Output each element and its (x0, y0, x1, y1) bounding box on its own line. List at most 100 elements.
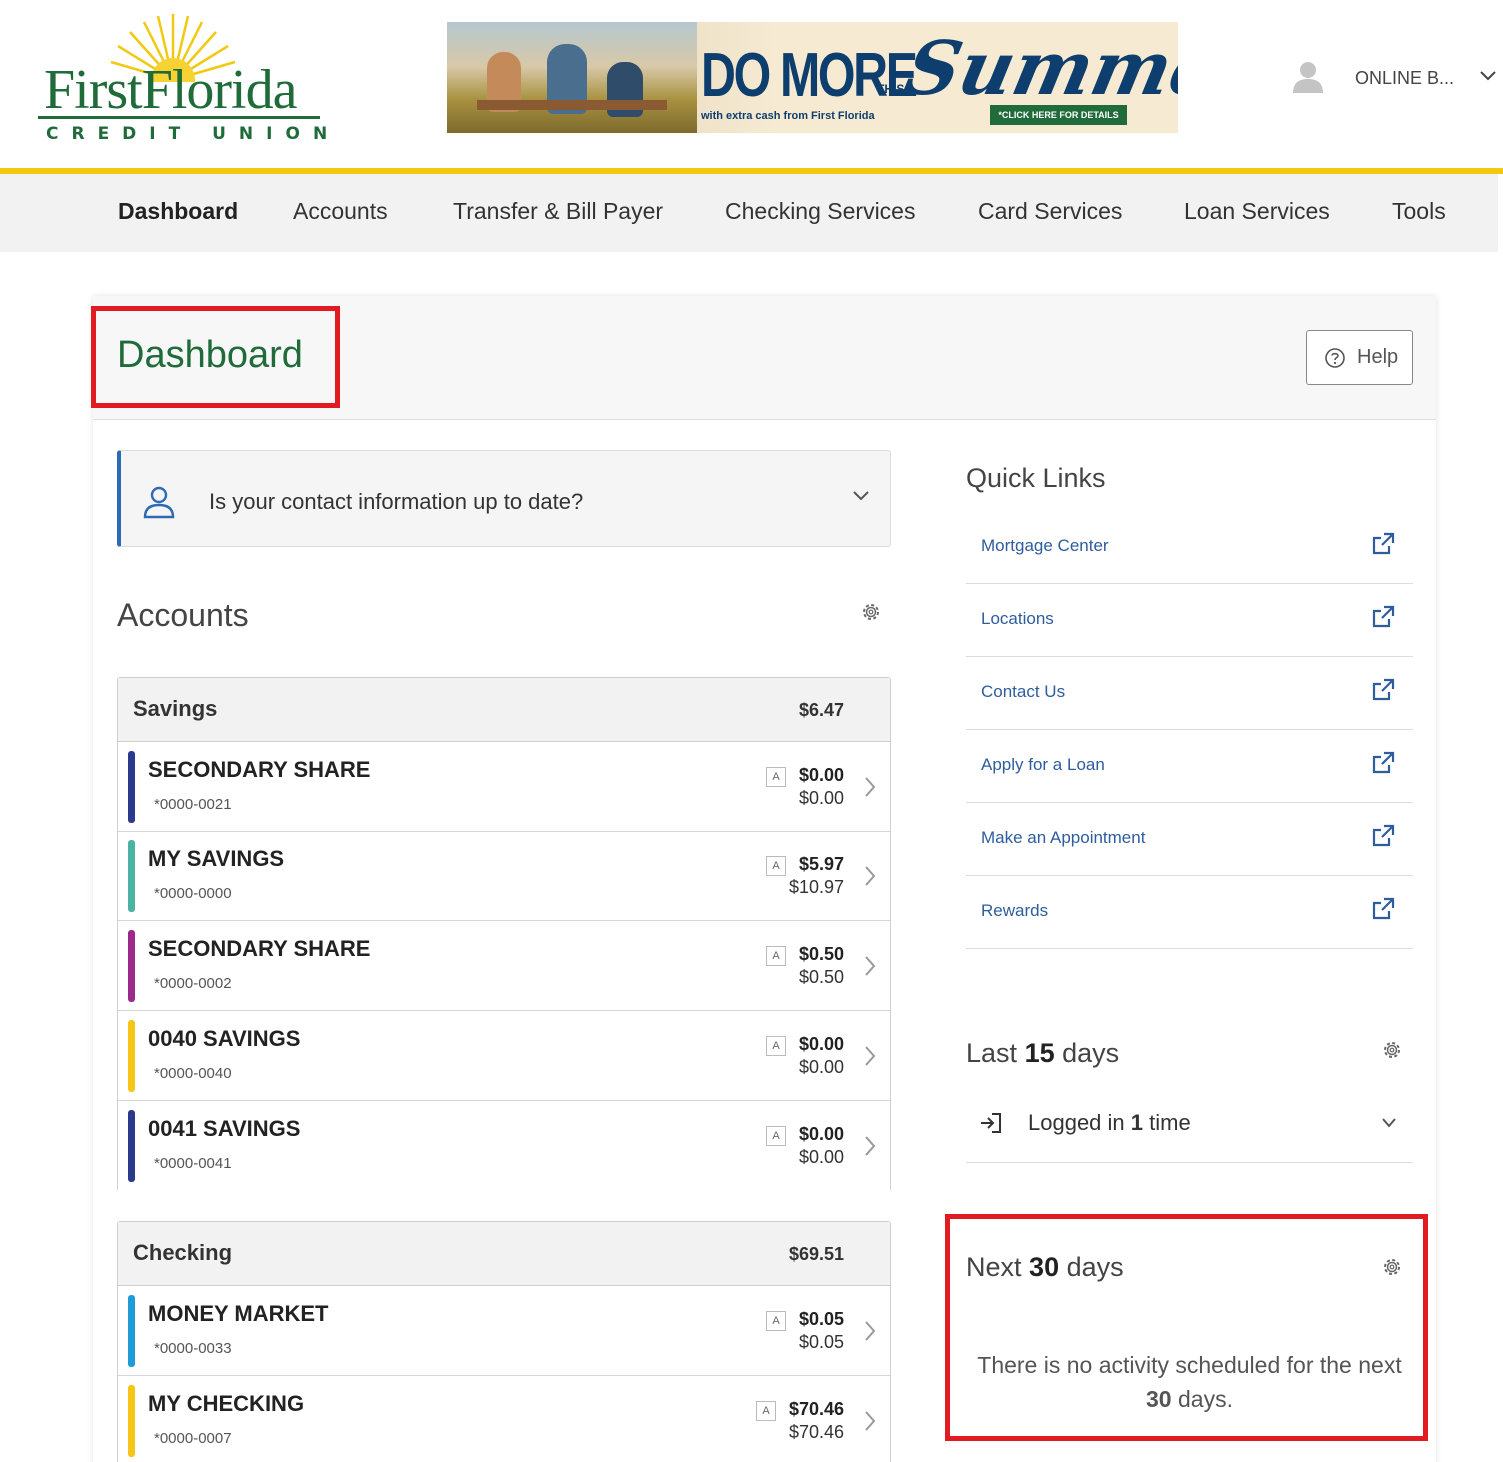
help-label: Help (1357, 346, 1399, 368)
page-title: Dashboard (117, 334, 303, 376)
account-color-bar (128, 1295, 135, 1367)
available-badge: A (766, 767, 786, 787)
available-balance: $0.00 (798, 1034, 844, 1054)
login-count-text: Logged in 1 time (1028, 1110, 1191, 1136)
account-row[interactable]: SECONDARY SHARE *0000-0002 A $0.50 $0.50 (118, 922, 890, 1011)
site-header: FirstFlorida CREDIT UNION DO MORE THIS S… (0, 0, 1503, 168)
account-color-bar (128, 751, 135, 823)
group-total: $69.51 (788, 1244, 844, 1264)
nav-tools[interactable]: Tools (1392, 198, 1446, 225)
account-number: *0000-0002 (154, 975, 232, 992)
nav-accounts[interactable]: Accounts (293, 198, 388, 225)
account-number: *0000-0033 (154, 1340, 232, 1357)
chevron-right-icon (865, 956, 876, 976)
account-row[interactable]: 0040 SAVINGS *0000-0040 A $0.00 $0.00 (118, 1012, 890, 1101)
checking-group-header[interactable]: Checking $69.51 (118, 1222, 890, 1286)
account-row[interactable]: 0041 SAVINGS *0000-0041 A $0.00 $0.00 (118, 1102, 890, 1191)
help-button[interactable]: Help (1306, 330, 1413, 385)
account-color-bar (128, 1385, 135, 1457)
account-row[interactable]: MY SAVINGS *0000-0000 A $5.97 $10.97 (118, 832, 890, 921)
available-balance: $0.00 (798, 1124, 844, 1144)
checking-group: Checking $69.51 MONEY MARKET *0000-0033 … (117, 1221, 891, 1462)
user-icon[interactable] (1290, 60, 1326, 94)
panel-header: Dashboard (93, 296, 1436, 420)
next-days-settings-gear-icon[interactable] (1381, 1256, 1403, 1278)
logo-rule (38, 116, 320, 119)
user-menu-label[interactable]: ONLINE B... (1355, 68, 1454, 89)
contact-info-prompt[interactable]: Is your contact information up to date? (117, 450, 891, 547)
banner-tagline: with extra cash from First Florida (701, 110, 875, 122)
available-balance: $5.97 (798, 854, 844, 874)
account-name: MONEY MARKET (148, 1301, 329, 1326)
chevron-right-icon (865, 777, 876, 797)
account-number: *0000-0040 (154, 1065, 232, 1082)
chevron-right-icon (865, 866, 876, 886)
group-name: Checking (133, 1240, 233, 1265)
no-activity-count: 30 (1146, 1386, 1172, 1412)
account-row[interactable]: MONEY MARKET *0000-0033 A $0.05 $0.05 (118, 1287, 890, 1376)
quick-link-make-appointment[interactable]: Make an Appointment (966, 803, 1413, 876)
current-balance: $10.97 (788, 877, 844, 897)
account-color-bar (128, 930, 135, 1002)
quick-link-mortgage-center[interactable]: Mortgage Center (966, 511, 1413, 584)
next-days-heading: Next 30 days (966, 1252, 1124, 1283)
banner-cta[interactable]: *CLICK HERE FOR DETAILS (990, 105, 1127, 125)
last-days-settings-gear-icon[interactable] (1381, 1039, 1403, 1061)
nav-transfer-bill-payer[interactable]: Transfer & Bill Payer (453, 198, 663, 225)
quick-link-rewards[interactable]: Rewards (966, 876, 1413, 949)
account-name: SECONDARY SHARE (148, 936, 371, 961)
next-days-count: 30 (1029, 1252, 1060, 1282)
available-badge: A (766, 1036, 786, 1056)
account-row[interactable]: SECONDARY SHARE *0000-0021 A $0.00 $0.00 (118, 743, 890, 832)
current-balance: $0.00 (798, 1057, 844, 1077)
available-balance: $0.50 (798, 944, 844, 964)
firstflorida-logo[interactable]: FirstFlorida CREDIT UNION (36, 12, 327, 152)
account-name: SECONDARY SHARE (148, 757, 371, 782)
accounts-settings-gear-icon[interactable] (860, 601, 882, 623)
nav-loan-services[interactable]: Loan Services (1184, 198, 1330, 225)
quick-link-label: Rewards (981, 901, 1049, 920)
account-name: MY SAVINGS (148, 846, 285, 871)
chevron-down-icon[interactable] (1380, 1116, 1398, 1130)
next-days-suffix: days (1066, 1252, 1124, 1282)
nav-dashboard[interactable]: Dashboard (118, 198, 238, 225)
nav-checking-services[interactable]: Checking Services (725, 198, 915, 225)
available-balance: $0.05 (798, 1309, 844, 1329)
quick-link-locations[interactable]: Locations (966, 584, 1413, 657)
chevron-right-icon (865, 1136, 876, 1156)
account-number: *0000-0007 (154, 1430, 232, 1447)
current-balance: $70.46 (788, 1422, 844, 1442)
account-number: *0000-0041 (154, 1155, 232, 1172)
savings-group: Savings $6.47 SECONDARY SHARE *0000-0021… (117, 677, 891, 1191)
login-activity-row[interactable]: Logged in 1 time (966, 1086, 1413, 1163)
account-color-bar (128, 840, 135, 912)
promo-banner[interactable]: DO MORE THIS Summer! with extra cash fro… (447, 22, 1178, 133)
question-circle-icon (1325, 348, 1345, 368)
nav-card-services[interactable]: Card Services (978, 198, 1122, 225)
savings-group-header[interactable]: Savings $6.47 (118, 678, 890, 742)
sign-in-icon (981, 1113, 1001, 1133)
contact-prompt-text: Is your contact information up to date? (209, 489, 584, 514)
quick-link-contact-us[interactable]: Contact Us (966, 657, 1413, 730)
current-balance: $0.05 (798, 1332, 844, 1352)
quick-link-apply-for-loan[interactable]: Apply for a Loan (966, 730, 1413, 803)
chevron-down-icon[interactable] (1478, 68, 1498, 84)
logo-subtitle: CREDIT UNION (46, 124, 341, 144)
chevron-right-icon (865, 1046, 876, 1066)
account-name: 0040 SAVINGS (148, 1026, 301, 1051)
last-days-heading: Last 15 days (966, 1038, 1119, 1069)
chevron-down-icon[interactable] (851, 489, 871, 503)
external-link-icon (1372, 605, 1395, 628)
account-row[interactable]: MY CHECKING *0000-0007 A $70.46 $70.46 (118, 1377, 890, 1462)
quick-link-label: Apply for a Loan (981, 755, 1105, 774)
account-color-bar (128, 1110, 135, 1182)
banner-this: THIS (877, 82, 905, 96)
banner-summer: Summer! (897, 26, 1178, 112)
last-days-suffix: days (1062, 1038, 1120, 1068)
current-balance: $0.50 (798, 967, 844, 987)
available-badge: A (766, 856, 786, 876)
main-nav: Dashboard Accounts Transfer & Bill Payer… (0, 174, 1498, 252)
available-balance: $0.00 (798, 765, 844, 785)
chevron-right-icon (865, 1411, 876, 1431)
current-balance: $0.00 (798, 1147, 844, 1167)
